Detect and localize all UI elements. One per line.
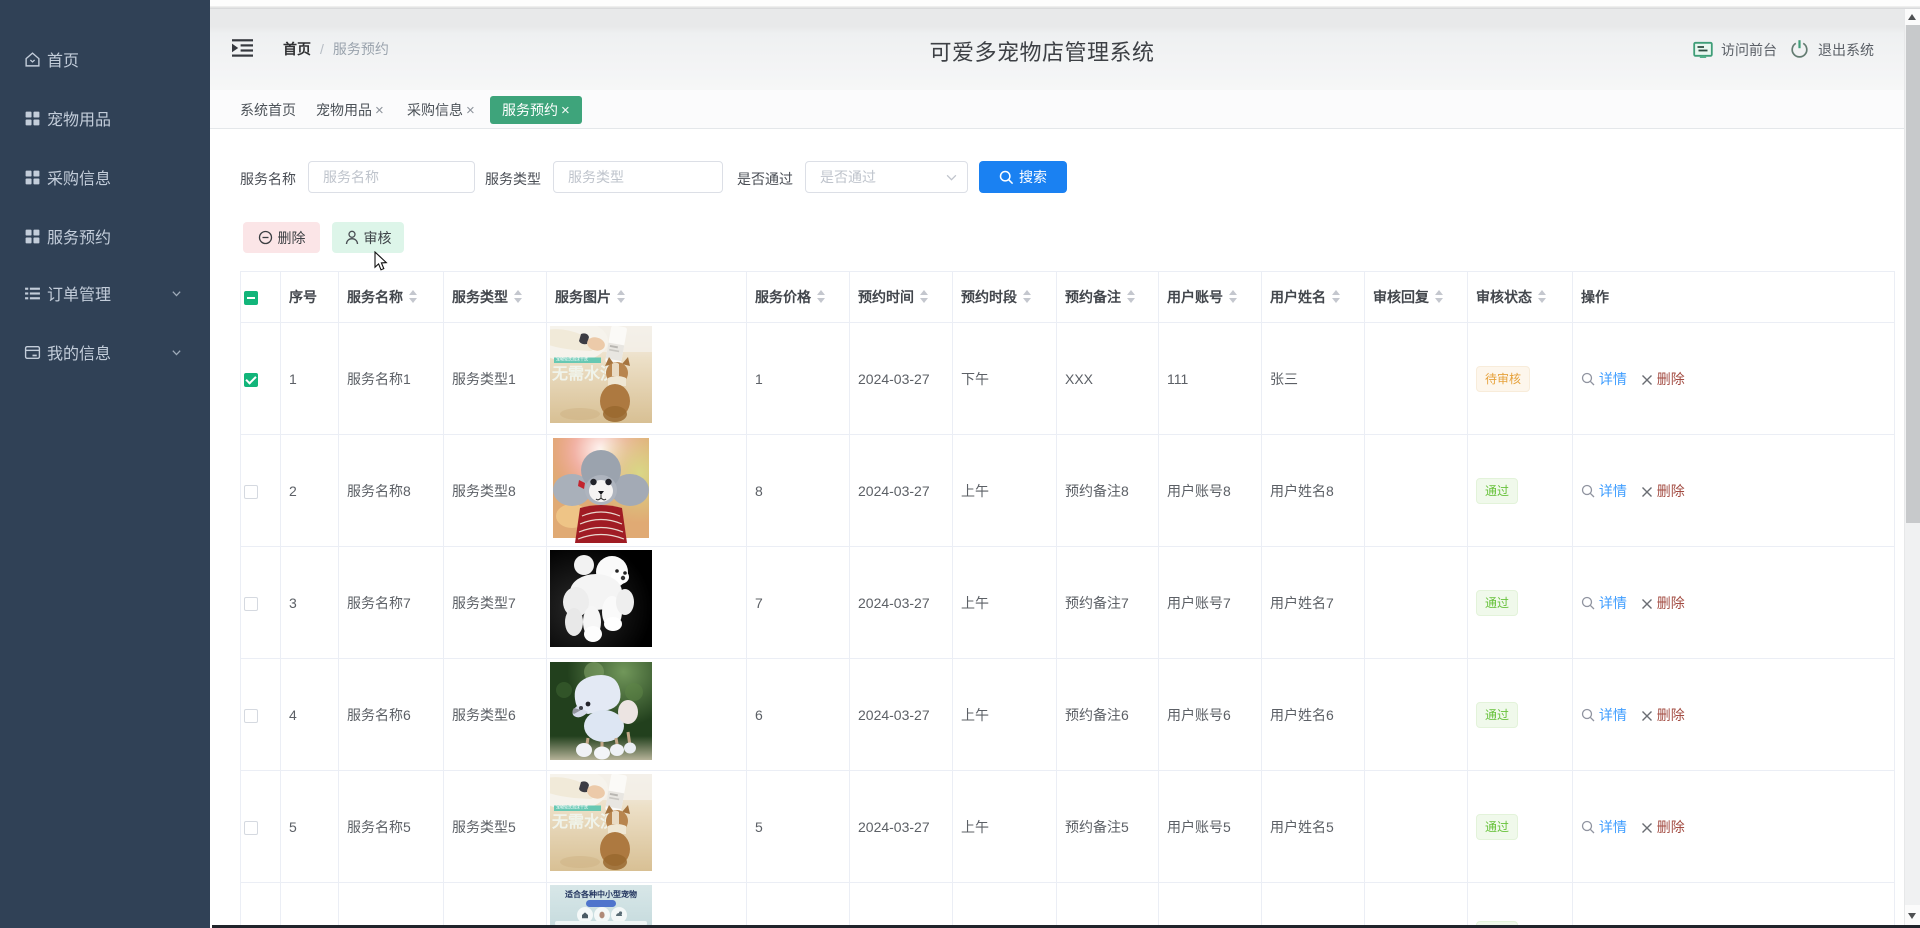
- svg-text:宠物免洗泡沫干洗: 宠物免洗泡沫干洗: [556, 356, 588, 362]
- svg-text:宠物免洗泡沫干洗: 宠物免洗泡沫干洗: [556, 804, 588, 810]
- svg-text:适合各种中小型宠物: 适合各种中小型宠物: [565, 889, 637, 899]
